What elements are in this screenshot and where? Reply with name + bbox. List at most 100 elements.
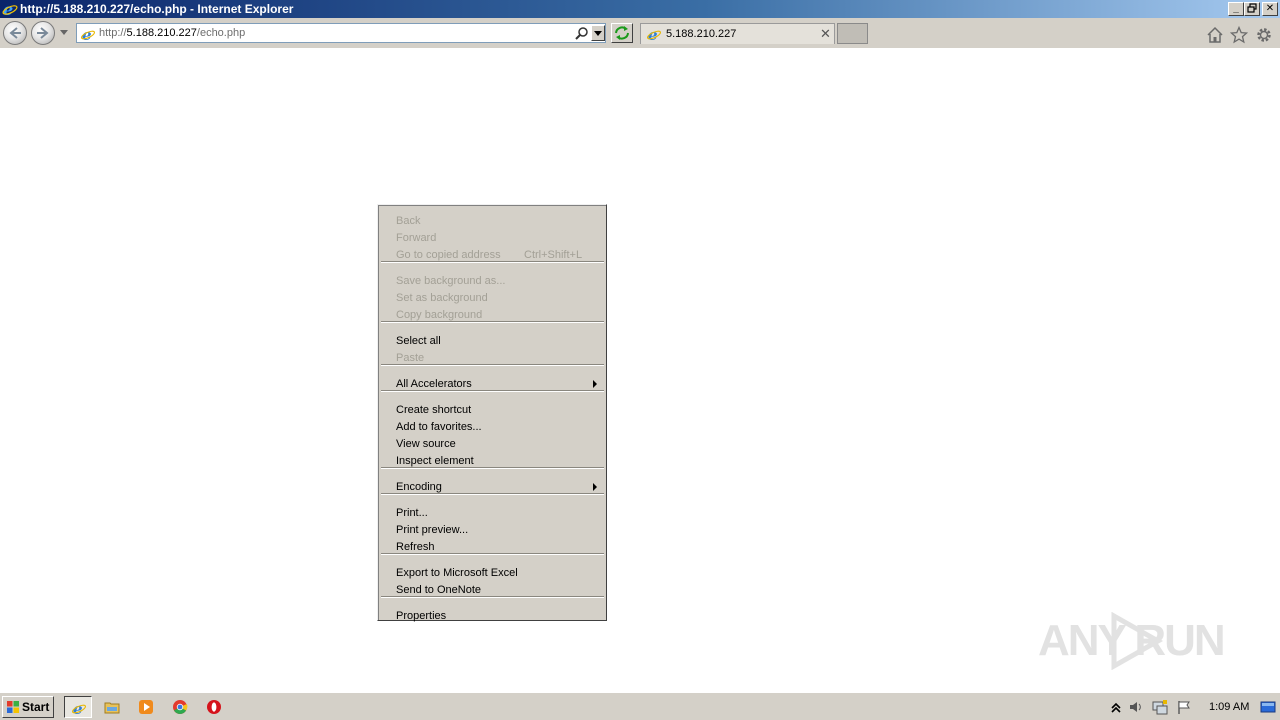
submenu-arrow-icon — [593, 380, 597, 388]
menu-separator — [381, 493, 604, 495]
tab-label: 5.188.210.227 — [666, 28, 737, 40]
menu-item-label: Copy background — [396, 309, 483, 321]
menu-item-label: Refresh — [396, 541, 435, 553]
media-player-icon — [139, 700, 153, 714]
address-dropdown-button[interactable] — [591, 25, 605, 41]
tab-ie-icon: e — [647, 26, 661, 42]
menu-item-label: Set as background — [396, 292, 488, 304]
system-tray: 1:09 AM — [1104, 696, 1278, 718]
restore-button[interactable] — [1244, 2, 1260, 16]
page-ie-icon: e — [81, 26, 95, 42]
minimize-button[interactable]: _ — [1228, 2, 1244, 16]
menu-separator — [381, 364, 604, 366]
menu-item-back: Back — [378, 213, 606, 230]
menu-item-properties[interactable]: Properties — [378, 608, 606, 625]
search-icon[interactable] — [574, 26, 590, 42]
title-bar: e http://5.188.210.227/echo.php - Intern… — [0, 0, 1280, 18]
taskbar-chrome[interactable] — [166, 696, 194, 718]
menu-item-shortcut: Ctrl+Shift+L — [524, 249, 583, 261]
menu-item-forward: Forward — [378, 230, 606, 247]
taskbar-opera[interactable] — [200, 696, 228, 718]
opera-icon — [207, 700, 221, 714]
menu-item-label: Select all — [396, 335, 441, 347]
restore-icon — [1247, 3, 1257, 13]
page-content[interactable] — [0, 48, 1280, 692]
menu-item-label: All Accelerators — [396, 378, 472, 390]
taskbar-internet-explorer[interactable]: e — [64, 696, 92, 718]
menu-item-add-to-favorites[interactable]: Add to favorites... — [378, 419, 606, 436]
menu-item-label: Save background as... — [396, 275, 506, 287]
url-scheme: http:// — [99, 27, 127, 39]
compatibility-refresh-button[interactable] — [611, 23, 633, 43]
menu-item-export-to-microsoft-excel[interactable]: Export to Microsoft Excel — [378, 565, 606, 582]
url-path: /echo.php — [196, 27, 246, 39]
menu-separator — [381, 321, 604, 323]
clock[interactable]: 1:09 AM — [1209, 701, 1249, 713]
menu-item-label: View source — [396, 438, 456, 450]
menu-item-set-as-background: Set as background — [378, 290, 606, 307]
close-window-button[interactable]: ✕ — [1262, 2, 1278, 16]
menu-item-label: Paste — [396, 352, 425, 364]
gear-icon[interactable] — [1255, 26, 1273, 44]
taskbar-media-player[interactable] — [132, 696, 160, 718]
start-label: Start — [22, 700, 50, 714]
menu-item-select-all[interactable]: Select all — [378, 333, 606, 350]
menu-item-label: Export to Microsoft Excel — [396, 567, 518, 579]
context-menu: Back Forward Go to copied address Ctrl+Shif… — [377, 204, 607, 622]
internet-explorer-icon: e — [2, 1, 18, 17]
menu-item-label: Inspect element — [396, 455, 474, 467]
menu-separator — [381, 467, 604, 469]
action-center-flag-icon[interactable] — [1176, 699, 1192, 715]
play-logo-icon — [1111, 612, 1164, 670]
back-arrow-icon — [9, 27, 21, 39]
menu-item-label: Forward — [396, 232, 437, 244]
menu-item-label: Print... — [396, 507, 428, 519]
menu-item-create-shortcut[interactable]: Create shortcut — [378, 402, 606, 419]
window-title: http://5.188.210.227/echo.php - Internet… — [20, 2, 294, 16]
menu-item-label: Send to OneNote — [396, 584, 482, 596]
taskbar: Start e 1:09 AM — [0, 692, 1280, 720]
back-button[interactable] — [3, 21, 27, 45]
start-button[interactable]: Start — [2, 696, 54, 718]
windows-flag-icon — [7, 701, 19, 713]
menu-item-label: Create shortcut — [396, 404, 472, 416]
forward-button[interactable] — [31, 21, 55, 45]
menu-separator — [381, 596, 604, 598]
show-desktop-icon[interactable] — [1260, 699, 1276, 715]
favorites-star-icon[interactable] — [1230, 26, 1248, 44]
menu-separator — [381, 390, 604, 392]
show-hidden-icons-icon[interactable] — [1108, 699, 1124, 715]
menu-item-label: Encoding — [396, 481, 442, 493]
menu-item-save-background-as: Save background as... — [378, 273, 606, 290]
recent-pages-dropdown-icon[interactable] — [60, 30, 68, 36]
home-icon[interactable] — [1206, 26, 1224, 44]
menu-item-label: Print preview... — [396, 524, 469, 536]
new-tab-button[interactable] — [837, 23, 868, 44]
menu-item-print[interactable]: Print... — [378, 505, 606, 522]
address-bar[interactable]: e http://5.188.210.227/echo.php — [76, 23, 606, 43]
url-host: 5.188.210.227 — [126, 27, 197, 39]
address-url[interactable]: http://5.188.210.227/echo.php — [99, 27, 245, 39]
internet-explorer-icon: e — [72, 700, 86, 716]
anyrun-watermark: ANY RUN — [1038, 612, 1238, 670]
volume-icon[interactable] — [1128, 699, 1144, 715]
tab-current[interactable]: e 5.188.210.227 ✕ — [640, 23, 835, 44]
chevron-down-icon — [594, 31, 602, 36]
tab-close-icon[interactable]: ✕ — [820, 26, 831, 42]
menu-item-label: Add to favorites... — [396, 421, 482, 433]
menu-item-label: Go to copied address — [396, 249, 501, 261]
menu-item-label: Properties — [396, 610, 447, 622]
refresh-arrows-icon — [615, 26, 629, 40]
file-explorer-icon — [104, 702, 120, 714]
menu-separator — [381, 261, 604, 263]
menu-separator — [381, 553, 604, 555]
menu-item-label: Back — [396, 215, 421, 227]
chrome-icon — [173, 700, 188, 714]
taskbar-file-explorer[interactable] — [98, 696, 126, 718]
menu-item-view-source[interactable]: View source — [378, 436, 606, 453]
menu-item-print-preview[interactable]: Print preview... — [378, 522, 606, 539]
submenu-arrow-icon — [593, 483, 597, 491]
navigation-bar: e http://5.188.210.227/echo.php e 5.188.… — [0, 18, 1280, 48]
network-icon[interactable] — [1152, 699, 1168, 715]
forward-arrow-icon — [37, 27, 49, 39]
